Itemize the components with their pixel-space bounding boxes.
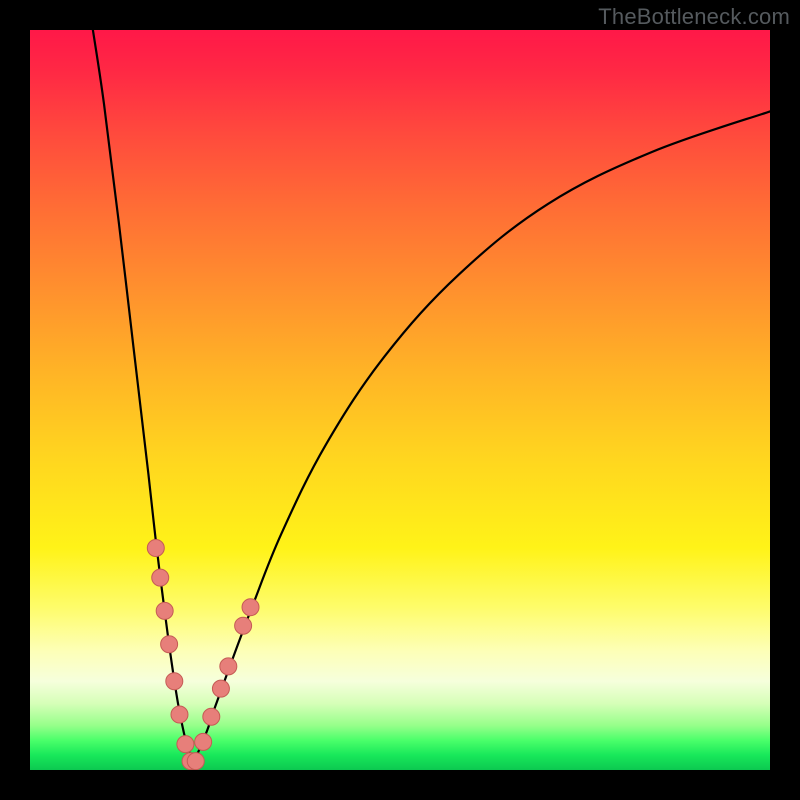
highlight-marker: [235, 617, 252, 634]
highlighted-points-group: [147, 540, 259, 770]
highlight-marker: [242, 599, 259, 616]
highlight-marker: [166, 673, 183, 690]
chart-frame: TheBottleneck.com: [0, 0, 800, 800]
highlight-marker: [152, 569, 169, 586]
highlight-marker: [161, 636, 178, 653]
highlight-marker: [195, 733, 212, 750]
attribution-text: TheBottleneck.com: [598, 4, 790, 30]
highlight-marker: [212, 680, 229, 697]
highlight-marker: [147, 540, 164, 557]
highlight-marker: [171, 706, 188, 723]
highlight-marker: [187, 753, 204, 770]
plot-area: [30, 30, 770, 770]
highlight-marker: [156, 602, 173, 619]
highlight-marker: [203, 708, 220, 725]
left-branch-curve: [93, 30, 193, 763]
highlight-marker: [177, 736, 194, 753]
right-branch-curve: [193, 111, 770, 762]
curve-layer: [30, 30, 770, 770]
highlight-marker: [220, 658, 237, 675]
